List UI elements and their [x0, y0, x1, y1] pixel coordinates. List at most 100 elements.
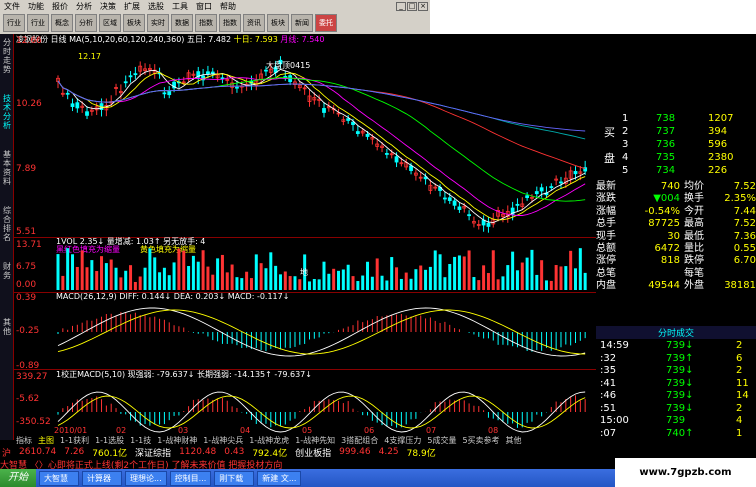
taskbar-item[interactable]: 刚下载: [214, 470, 255, 486]
menu-select[interactable]: 选股: [144, 1, 168, 12]
volume-bar: [462, 256, 466, 290]
toolbar-button[interactable]: 分析: [75, 14, 97, 32]
volume-bar: [235, 277, 239, 290]
indicator-tab[interactable]: 1-1技: [130, 435, 151, 446]
taskbar-item[interactable]: 控制目...: [169, 470, 212, 486]
index-value-3: 999.46: [339, 447, 371, 457]
menu-analysis[interactable]: 分析: [72, 1, 96, 12]
toolbar-button[interactable]: 行业: [3, 14, 25, 32]
taskbar-item[interactable]: 新建 文...: [257, 470, 302, 486]
toolbar-button[interactable]: 概念: [51, 14, 73, 32]
volume-bar: [162, 267, 166, 290]
volume-bar: [404, 272, 408, 290]
toolbar-button[interactable]: 板块: [267, 14, 289, 32]
toolbar-button[interactable]: 指数: [195, 14, 217, 32]
tick-volume: 1: [736, 427, 743, 439]
volume-bar: [153, 257, 157, 290]
taskbar-item[interactable]: 计算器: [82, 470, 122, 486]
candle-body: [85, 111, 89, 116]
menu-decision[interactable]: 决策: [96, 1, 120, 12]
macd-chart[interactable]: [54, 298, 596, 366]
quote-panel: 买 盘 1 738 1207 2 737 394 3 736 596 4 735 2380 5 734 22…: [596, 107, 756, 297]
indicator-tab[interactable]: 1-战神先知: [295, 435, 335, 446]
indicator-tab[interactable]: 1-1获利: [60, 435, 89, 446]
menu-file[interactable]: 文件: [0, 1, 24, 12]
toolbar-button[interactable]: 实时: [147, 14, 169, 32]
quote-value: 7.36: [733, 230, 756, 242]
candle-body: [235, 86, 239, 89]
menu-function[interactable]: 功能: [24, 1, 48, 12]
oscillator-line: [57, 395, 586, 429]
volume-chart[interactable]: [54, 240, 596, 290]
menu-extend[interactable]: 扩展: [120, 1, 144, 12]
volume-bar: [337, 270, 341, 290]
toolbar-button[interactable]: 资讯: [243, 14, 265, 32]
candle-body: [384, 153, 389, 155]
volume-bar: [254, 254, 258, 290]
menu-quote[interactable]: 报价: [48, 1, 72, 12]
tab-ranking[interactable]: 综合排名: [1, 206, 13, 242]
toolbar-button[interactable]: 板块: [123, 14, 145, 32]
candle-body: [443, 197, 447, 200]
volume-bar: [288, 276, 292, 290]
volume-bar: [269, 252, 273, 290]
news-ticker[interactable]: 大智慧 〈〉心即将正式上线(剩2个工作日) 了解未来价值 把握投材方向: [0, 458, 615, 469]
indicator-tab[interactable]: 主图: [38, 435, 54, 446]
close-icon[interactable]: ×: [418, 1, 428, 11]
volume-bar: [307, 281, 311, 290]
tick-price: 739↓: [666, 365, 694, 376]
toolbar-button[interactable]: 行业: [27, 14, 49, 32]
indicator-tab[interactable]: 其他: [506, 435, 522, 446]
start-button[interactable]: 开始: [0, 469, 36, 487]
quote-label: 总笔: [596, 267, 616, 279]
toolbar-button[interactable]: 新闻: [291, 14, 313, 32]
taskbar-item[interactable]: 理想论...: [125, 470, 167, 486]
tick-time: :41: [600, 377, 617, 389]
quote-value: 7.52: [733, 218, 756, 230]
volume-bar: [158, 272, 162, 290]
menu-window[interactable]: 窗口: [192, 1, 216, 12]
candlestick-chart[interactable]: [54, 45, 596, 235]
indicator-tab[interactable]: 3搭配组合: [341, 435, 378, 446]
taskbar-item[interactable]: 大智慧: [39, 470, 79, 486]
tab-intraday[interactable]: 分时走势: [1, 38, 13, 74]
toolbar-button[interactable]: 区域: [99, 14, 121, 32]
volume-bar: [129, 265, 133, 290]
level-price: 735: [656, 152, 676, 163]
price-tick: 5.51: [16, 227, 37, 237]
toolbar: 行业 行业 概念 分析 区域 板块 实时 数据 指数 指数 资讯 板块 新闻 委托: [0, 12, 430, 34]
tab-technical[interactable]: 技术分析: [1, 94, 13, 130]
indicator-tab[interactable]: 1-1选股: [95, 435, 124, 446]
indicator-tab[interactable]: 1-战神财神: [157, 435, 197, 446]
indicator-tab[interactable]: 指标: [16, 435, 32, 446]
index-name-2[interactable]: 深证综指: [135, 446, 171, 459]
quote-label: 总额: [596, 243, 616, 254]
indicator-tab[interactable]: 4支撑压力: [384, 435, 421, 446]
tab-fundamentals[interactable]: 基本资料: [1, 150, 13, 186]
minimize-icon[interactable]: _: [396, 1, 406, 11]
restore-icon[interactable]: □: [407, 1, 417, 11]
indicator-tab[interactable]: 1-战神龙虎: [249, 435, 289, 446]
date-tick: 08: [488, 426, 499, 435]
toolbar-button[interactable]: 指数: [219, 14, 241, 32]
quote-label: 涨停: [596, 255, 616, 267]
tick-price: 740↑: [666, 427, 694, 439]
candle-body: [133, 73, 138, 76]
app-window: 文件 功能 报价 分析 决策 扩展 选股 工具 窗口 帮助 _ □ × 行业 行业…: [0, 0, 756, 487]
tab-other[interactable]: 其他: [1, 318, 13, 336]
tick-time: :46: [600, 390, 617, 401]
tab-finance[interactable]: 财务: [1, 262, 13, 280]
indicator-tab[interactable]: 5成交量: [427, 435, 456, 446]
toolbar-button[interactable]: 数据: [171, 14, 193, 32]
indicator-tab[interactable]: 5买卖参考: [462, 435, 499, 446]
indicator-tab[interactable]: 1-战神尖兵: [203, 435, 243, 446]
menu-tools[interactable]: 工具: [168, 1, 192, 12]
quote-value: 87725: [648, 218, 680, 230]
tick-time: :07: [600, 427, 617, 439]
volume-bar: [578, 248, 582, 290]
index-name-3[interactable]: 创业板指: [295, 446, 331, 459]
menu-help[interactable]: 帮助: [216, 1, 240, 12]
toolbar-button[interactable]: 委托: [315, 14, 337, 32]
volume-bar: [569, 250, 573, 290]
date-tick: 2010/01: [54, 426, 88, 435]
